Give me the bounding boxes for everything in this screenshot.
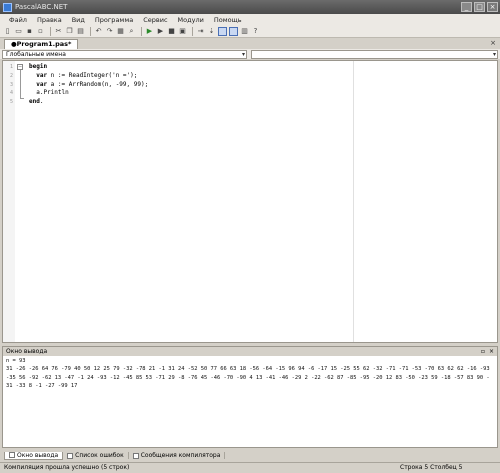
output-window-icon — [9, 452, 15, 458]
menu-program[interactable]: Программа — [90, 16, 138, 24]
save-icon[interactable]: ▪ — [25, 27, 34, 36]
app-icon — [3, 2, 12, 12]
compile-icon[interactable]: ▣ — [178, 27, 187, 36]
line-number: 5 — [9, 99, 13, 106]
error-list-icon — [67, 452, 74, 459]
editor-tabstrip: ●Program1.pas* × — [0, 38, 500, 49]
global-names-label: Глобальные имена — [6, 51, 66, 58]
copy-icon[interactable]: ❐ — [65, 27, 74, 36]
menu-service[interactable]: Сервис — [138, 16, 172, 24]
fold-margin: − — [15, 61, 25, 342]
paste-icon[interactable]: ▤ — [76, 27, 85, 36]
code-editor[interactable]: 1 2 3 4 5 − begin var n := ReadInteger('… — [2, 60, 498, 343]
code-text[interactable]: begin var n := ReadInteger('n ='); var a… — [29, 63, 148, 107]
step-over-icon[interactable]: ⇥ — [196, 27, 205, 36]
global-names-dropdown[interactable]: Глобальные имена ▾ — [2, 50, 247, 59]
tab-error-list[interactable]: Список ошибок — [63, 452, 129, 459]
pin-icon[interactable]: ▫ — [481, 347, 485, 356]
status-message: Компиляция прошла успешно (5 строк) — [4, 464, 130, 471]
line-number: 1 — [9, 64, 13, 70]
keyword: var — [29, 80, 48, 88]
code-rest: . — [39, 98, 44, 106]
tab-error-list-label: Список ошибок — [75, 452, 124, 459]
menu-file[interactable]: Файл — [4, 16, 32, 24]
code-line: end. — [29, 98, 148, 107]
line-number: 2 — [9, 72, 13, 79]
navigation-bar: Глобальные имена ▾ ▾ — [0, 49, 500, 59]
minimize-button[interactable]: _ — [461, 2, 472, 12]
menu-modules[interactable]: Модули — [173, 16, 209, 24]
close-tab-icon[interactable]: × — [490, 39, 496, 47]
status-bar: Компиляция прошла успешно (5 строк) Стро… — [0, 462, 500, 473]
fold-end — [20, 98, 24, 99]
undo-icon[interactable]: ↶ — [94, 27, 103, 36]
find-icon[interactable]: ⌕ — [127, 27, 136, 36]
keyword: end — [29, 98, 40, 106]
cursor-position: Строка 5 Столбец 5 — [400, 464, 463, 471]
toolbar-separator — [141, 26, 142, 36]
format-icon[interactable]: ▥ — [240, 27, 249, 36]
code-line: begin — [29, 63, 148, 72]
code-line: var a := ArrRandom(n, -99, 99); — [29, 81, 148, 90]
keyword: var — [29, 71, 48, 79]
code-line: a.Println — [29, 89, 148, 98]
tab-compiler-messages[interactable]: Сообщения компилятора — [129, 452, 226, 459]
new-file-icon[interactable]: ▯ — [3, 27, 12, 36]
code-rest: a := ArrRandom(n, -99, 99); — [47, 80, 149, 88]
line-number: 4 — [9, 90, 13, 97]
compiler-messages-icon — [132, 452, 139, 459]
right-margin-guide — [353, 61, 354, 342]
code-line: var n := ReadInteger('n ='); — [29, 72, 148, 81]
output-text[interactable]: n = 93 31 -26 -26 64 76 -79 40 50 12 25 … — [3, 356, 493, 391]
menu-help[interactable]: Помощь — [209, 16, 247, 24]
run-icon[interactable]: ▶ — [145, 27, 154, 36]
menu-bar: Файл Правка Вид Программа Сервис Модули … — [0, 14, 500, 25]
help-icon[interactable]: ? — [251, 27, 260, 36]
output-window: Окно вывода ▫ × n = 93 31 -26 -26 64 76 … — [2, 346, 498, 448]
save-all-icon[interactable]: ▫ — [36, 27, 45, 36]
open-icon[interactable]: ▭ — [14, 27, 23, 36]
code-rest: a.Println — [29, 89, 69, 97]
line-number-gutter: 1 2 3 4 5 — [3, 61, 15, 342]
cut-icon[interactable]: ✂ — [54, 27, 63, 36]
code-rest: n := ReadInteger('n ='); — [47, 71, 138, 79]
stop-icon[interactable]: ■ — [167, 27, 176, 36]
menu-view[interactable]: Вид — [67, 16, 90, 24]
output-title: Окно вывода — [6, 348, 48, 355]
print-icon[interactable]: ▦ — [116, 27, 125, 36]
redo-icon[interactable]: ↷ — [105, 27, 114, 36]
toolbar-separator — [192, 26, 193, 36]
close-button[interactable]: × — [487, 2, 498, 12]
layout-1-icon[interactable] — [218, 26, 227, 36]
step-into-icon[interactable]: ⇣ — [207, 27, 216, 36]
tab-output-window[interactable]: Окно вывода — [4, 451, 64, 460]
tab-program1[interactable]: ●Program1.pas* — [4, 39, 79, 49]
close-icon[interactable]: × — [489, 347, 494, 356]
layout-2-icon[interactable] — [229, 26, 238, 36]
menu-edit[interactable]: Правка — [32, 16, 67, 24]
tab-output-window-label: Окно вывода — [17, 451, 59, 459]
bottom-tabs: Окно вывода Список ошибок Сообщения комп… — [0, 450, 500, 461]
debug-icon[interactable]: ▶ — [156, 27, 165, 36]
members-dropdown[interactable]: ▾ — [251, 50, 498, 59]
title-bar: PascalABC.NET _ □ × — [0, 0, 500, 14]
chevron-down-icon: ▾ — [492, 51, 496, 58]
window-title: PascalABC.NET — [15, 3, 68, 11]
keyword: begin — [29, 63, 48, 70]
tab-compiler-messages-label: Сообщения компилятора — [140, 452, 221, 459]
output-header: Окно вывода ▫ × — [3, 347, 497, 356]
chevron-down-icon: ▾ — [241, 51, 245, 58]
maximize-button[interactable]: □ — [474, 2, 485, 12]
toolbar: ▯ ▭ ▪ ▫ ✂ ❐ ▤ ↶ ↷ ▦ ⌕ ▶ ▶ ■ ▣ ⇥ ⇣ ▥ ? — [0, 25, 500, 38]
toolbar-separator — [90, 26, 91, 36]
toolbar-separator — [50, 26, 51, 36]
line-number: 3 — [9, 81, 13, 88]
fold-line — [20, 70, 21, 98]
